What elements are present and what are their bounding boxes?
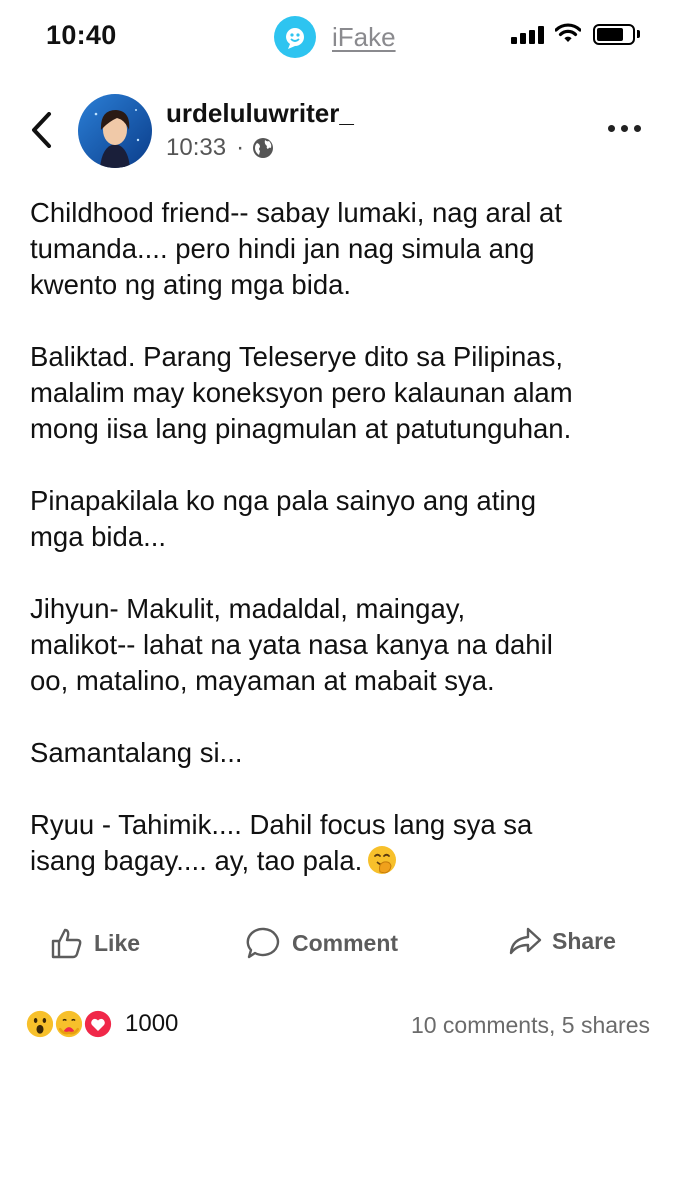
post-time[interactable]: 10:33 [166, 134, 226, 162]
battery-icon [593, 24, 635, 45]
post-body: Childhood friend-- sabay lumaki, nag ara… [30, 195, 650, 915]
status-time: 10:40 [46, 20, 117, 50]
battery-cap [637, 30, 640, 38]
love-icon [82, 1008, 114, 1040]
carrier-name: iFake [332, 21, 396, 52]
reaction-count: 1000 [125, 1010, 179, 1037]
avatar[interactable] [78, 94, 152, 168]
like-label: Like [94, 929, 141, 956]
share-button[interactable]: Share [508, 926, 616, 956]
post-paragraph-text: Ryuu - Tahimik.... Dahil focus lang sya … [30, 809, 533, 876]
post-actions: Like Comment Share [0, 920, 674, 966]
more-options-button[interactable] [608, 116, 641, 140]
more-dot [621, 124, 628, 132]
share-arrow-icon [509, 927, 542, 955]
globe-icon [253, 138, 274, 158]
carrier: iFake [274, 16, 396, 58]
wow-icon [24, 1008, 56, 1040]
signal-icon [511, 26, 544, 44]
hand-over-mouth-emoji-icon [368, 846, 397, 874]
reactions-summary[interactable]: 1000 [24, 1008, 178, 1040]
wifi-icon [555, 23, 581, 42]
status-bar: 10:40 iFake [0, 0, 674, 72]
more-dot [608, 124, 615, 132]
post-paragraph: Childhood friend-- sabay lumaki, nag ara… [30, 197, 562, 300]
more-dot [634, 124, 641, 132]
comment-label: Comment [292, 929, 399, 956]
battery-fill [597, 28, 623, 41]
like-button[interactable]: Like [50, 926, 140, 960]
comments-shares-count[interactable]: 10 comments, 5 shares [411, 1012, 650, 1039]
thumbs-up-icon [51, 928, 82, 959]
chevron-left-icon [32, 112, 51, 148]
post-paragraph: Pinapakilala ko nga pala sainyo ang atin… [30, 485, 537, 552]
post-paragraph: Jihyun- Makulit, madaldal, maingay, mali… [30, 593, 553, 696]
back-button[interactable] [26, 110, 56, 150]
comment-bubble-icon [246, 927, 280, 959]
post-paragraph: Samantalang si... [30, 737, 243, 768]
post-paragraph: Baliktad. Parang Teleserye dito sa Pilip… [30, 341, 573, 444]
post-meta: 10:33 · [166, 134, 274, 162]
comment-button[interactable]: Comment [246, 926, 398, 960]
care-icon [53, 1008, 85, 1040]
carrier-logo-icon [274, 16, 316, 58]
post-paragraph-last: Ryuu - Tahimik.... Dahil focus lang sya … [30, 807, 650, 879]
author-name[interactable]: urdeluluwriter_ [166, 98, 354, 129]
meta-separator: · [236, 134, 245, 161]
share-label: Share [552, 927, 616, 954]
